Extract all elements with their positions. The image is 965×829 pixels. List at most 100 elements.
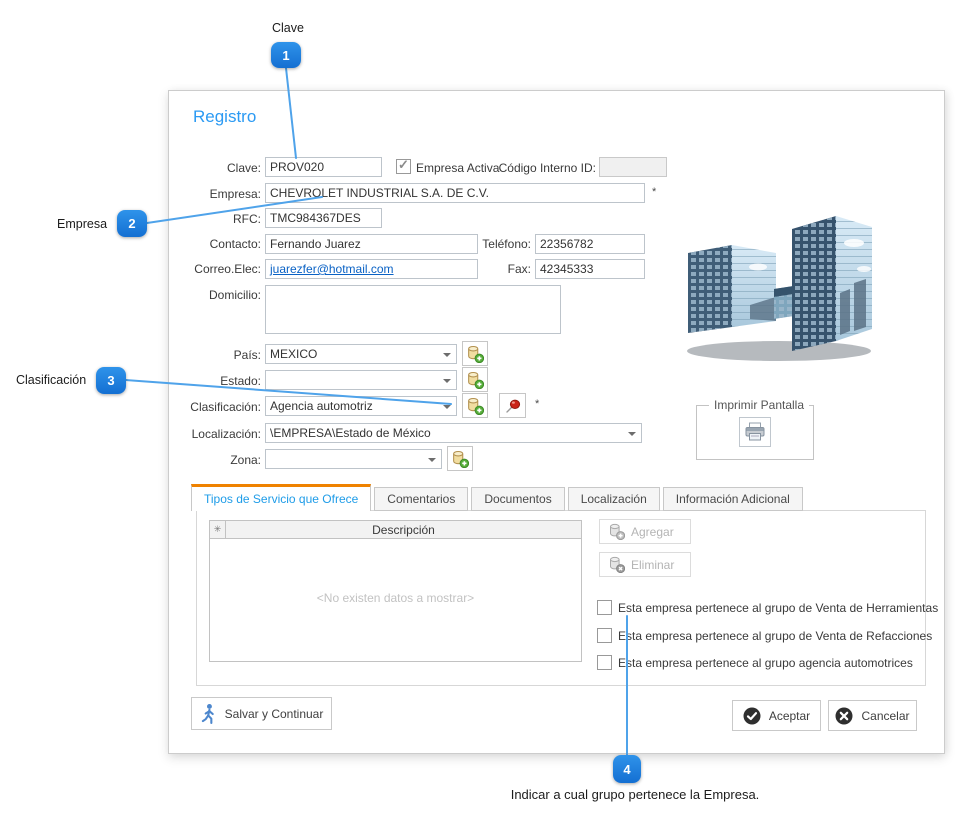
correo-label: Correo.Elec: [169,262,261,276]
annotation-caption-grupo: Indicar a cual grupo pertenece la Empres… [460,787,810,802]
database-add-icon [466,345,484,363]
annotation-label-empresa: Empresa [57,217,107,231]
telefono-input[interactable] [535,234,645,254]
salvar-y-continuar-button[interactable]: Salvar y Continuar [191,697,332,730]
clasificacion-dropdown[interactable]: Agencia automotriz [265,396,457,416]
contacto-label: Contacto: [169,237,261,251]
correo-link[interactable]: juarezfer@hotmail.com [270,262,394,276]
tab-strip: Tipos de Servicio que Ofrece Comentarios… [191,484,803,511]
add-pais-button[interactable] [462,341,488,366]
grid-empty-text: <No existen datos a mostrar> [210,591,581,605]
tab-localizacion[interactable]: Localización [568,487,660,511]
annotation-badge-4: 4 [613,755,641,783]
annotation-badge-2: 2 [117,210,147,237]
pais-dropdown[interactable]: MEXICO [265,344,457,364]
chevron-down-icon [443,353,451,357]
database-add-icon [608,523,625,540]
empresa-activa-checkbox[interactable]: ✓ [396,159,411,174]
servicios-grid[interactable]: ✳ Descripción <No existen datos a mostra… [209,520,582,662]
grid-body: <No existen datos a mostrar> [210,539,581,661]
database-delete-icon [608,556,625,573]
tab-informacion-adicional[interactable]: Información Adicional [663,487,803,511]
database-add-icon [451,450,469,468]
cancelar-button[interactable]: Cancelar [828,700,917,731]
annotation-label-clasificacion: Clasificación [16,373,86,387]
walking-person-icon [200,703,217,725]
empresa-label: Empresa: [169,187,261,201]
localizacion-label: Localización: [169,427,261,441]
codigo-interno-label: Código Interno ID: [481,161,596,175]
database-add-icon [466,397,484,415]
telefono-label: Teléfono: [463,237,531,251]
registro-dialog: Registro Clave: ✓ Empresa Activa Código … [168,90,945,754]
domicilio-textarea[interactable] [265,285,561,334]
database-add-icon [466,371,484,389]
grid-new-row-icon: ✳ [210,521,226,538]
grid-header-row: ✳ Descripción [210,521,581,539]
fax-label: Fax: [463,262,531,276]
cancelar-label: Cancelar [861,709,909,723]
localizacion-value: \EMPRESA\Estado de México [270,426,623,440]
annotation-badge-1: 1 [271,42,301,68]
empresa-required-mark: * [652,186,656,198]
zona-dropdown[interactable] [265,449,442,469]
checkbox-venta-herramientas-label: Esta empresa pertenece al grupo de Venta… [618,601,938,615]
chevron-down-icon [443,405,451,409]
rfc-input[interactable] [265,208,382,228]
accept-check-icon [743,707,761,725]
pin-clasificacion-button[interactable] [499,393,526,418]
add-zona-button[interactable] [447,446,473,471]
aceptar-label: Aceptar [769,709,810,723]
clave-label: Clave: [169,161,261,175]
clasificacion-required-mark: * [535,398,539,410]
tab-documentos[interactable]: Documentos [471,487,564,511]
tab-comentarios[interactable]: Comentarios [374,487,468,511]
zona-label: Zona: [169,453,261,467]
check-icon: ✓ [398,157,409,173]
checkbox-agencia-automotrices[interactable] [597,655,612,670]
chevron-down-icon [428,458,436,462]
domicilio-label: Domicilio: [169,288,261,302]
codigo-interno-input [599,157,667,177]
company-buildings-illustration [674,201,879,366]
annotation-badge-3: 3 [96,367,126,394]
contacto-input[interactable] [265,234,478,254]
localizacion-dropdown[interactable]: \EMPRESA\Estado de México [265,423,642,443]
tab-tipos-de-servicio[interactable]: Tipos de Servicio que Ofrece [191,484,371,511]
pais-label: País: [169,348,261,362]
print-screen-button[interactable] [739,417,771,447]
agregar-button[interactable]: Agregar [599,519,691,544]
grid-column-descripcion[interactable]: Descripción [226,521,581,538]
aceptar-button[interactable]: Aceptar [732,700,821,731]
rfc-label: RFC: [169,212,261,226]
checkbox-venta-refacciones[interactable] [597,628,612,643]
checkbox-venta-refacciones-label: Esta empresa pertenece al grupo de Venta… [618,629,932,643]
chevron-down-icon [628,432,636,436]
page-title: Registro [193,107,256,127]
printer-icon [744,422,766,442]
pais-value: MEXICO [270,347,438,361]
imprimir-pantalla-label: Imprimir Pantalla [709,398,809,412]
salvar-y-continuar-label: Salvar y Continuar [225,707,324,721]
annotation-label-clave: Clave [272,21,304,35]
estado-dropdown[interactable] [265,370,457,390]
empresa-input[interactable] [265,183,645,203]
chevron-down-icon [443,379,451,383]
pushpin-icon [504,397,522,415]
clave-input[interactable] [265,157,382,177]
add-clasificacion-button[interactable] [462,393,488,418]
help-page: Clave 1 Empresa 2 Clasificación 3 4 Indi… [0,0,965,829]
eliminar-label: Eliminar [631,558,674,572]
estado-label: Estado: [169,374,261,388]
agregar-label: Agregar [631,525,674,539]
add-estado-button[interactable] [462,367,488,392]
fax-input[interactable] [535,259,645,279]
cancel-x-icon [835,707,853,725]
imprimir-pantalla-group: Imprimir Pantalla [696,405,814,460]
checkbox-agencia-automotrices-label: Esta empresa pertenece al grupo agencia … [618,656,913,670]
clasificacion-label: Clasificación: [169,400,261,414]
eliminar-button[interactable]: Eliminar [599,552,691,577]
correo-input[interactable]: juarezfer@hotmail.com [265,259,478,279]
checkbox-venta-herramientas[interactable] [597,600,612,615]
clasificacion-value: Agencia automotriz [270,399,438,413]
